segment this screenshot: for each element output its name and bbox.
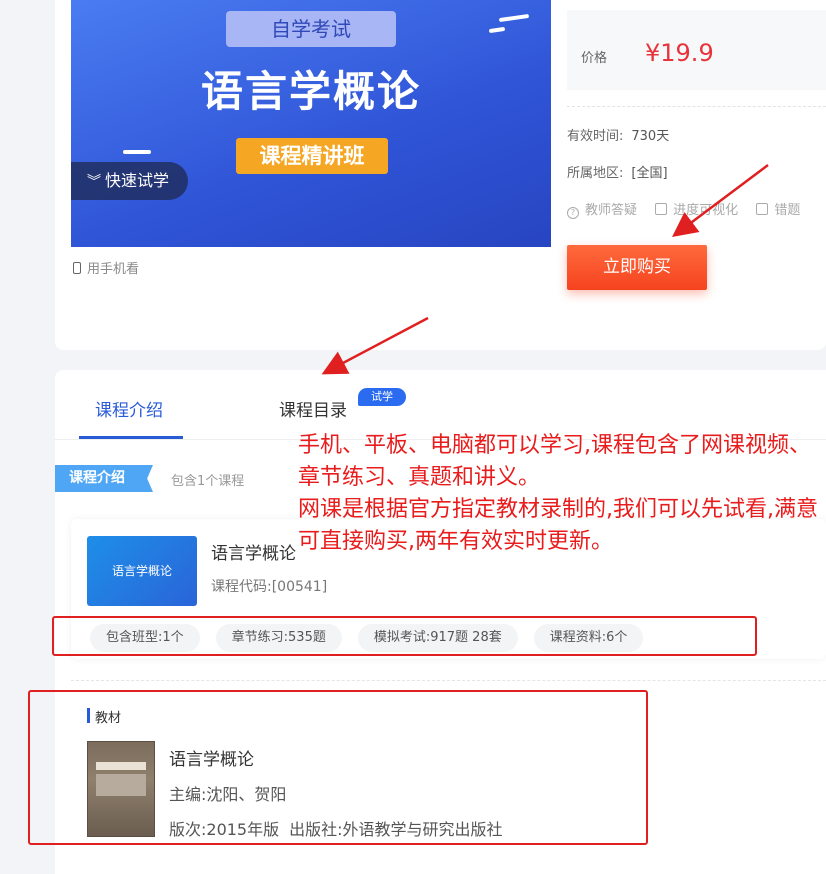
watch-on-mobile-label: 用手机看	[87, 262, 140, 277]
watch-on-mobile-link[interactable]: 用手机看	[73, 258, 139, 277]
quick-trial-button[interactable]: ︾ 快速试学	[71, 162, 188, 200]
section-note: 包含1个课程	[171, 474, 245, 489]
feature-item: 进度可视化	[655, 199, 738, 218]
decor-dash	[488, 26, 506, 34]
tab-course-catalog[interactable]: 课程目录	[279, 396, 347, 421]
price-value: ¥19.9	[645, 39, 714, 67]
decor-dash	[123, 150, 151, 154]
section-tag: 课程介绍	[55, 465, 153, 492]
feature-item: 错题	[756, 199, 800, 218]
region-row: 所属地区: [全国]	[567, 162, 668, 181]
decor-dash	[498, 13, 530, 23]
banner-tag: 自学考试	[226, 11, 396, 47]
notebook-icon	[756, 203, 769, 215]
price-box: 价格 ¥19.9	[567, 10, 826, 90]
active-tab-indicator	[79, 436, 183, 439]
highlight-box	[28, 690, 648, 845]
banner-subtitle: 课程精讲班	[236, 138, 388, 174]
region-value: [全国]	[631, 166, 668, 181]
course-title[interactable]: 语言学概论	[211, 539, 296, 564]
validity-label: 有效时间:	[567, 129, 624, 144]
validity-row: 有效时间: 730天	[567, 125, 669, 144]
annotation-text: 手机、平板、电脑都可以学习,课程包含了网课视频、章节练习、真题和讲义。 网课是根…	[298, 430, 824, 558]
price-label: 价格	[581, 51, 608, 66]
validity-value: 730天	[631, 129, 670, 144]
trial-badge: 试学	[358, 388, 406, 406]
feature-item: ? 教师答疑	[567, 199, 637, 219]
divider	[567, 106, 826, 107]
banner-title: 语言学概论	[200, 67, 421, 116]
annotation-line: 网课是根据官方指定教材录制的,我们可以先试看,满意可直接购买,两年有效实时更新。	[298, 497, 818, 554]
buy-now-button[interactable]: 立即购买	[567, 245, 707, 290]
highlight-box	[52, 616, 757, 656]
quick-trial-label: 快速试学	[105, 171, 170, 190]
phone-icon	[73, 262, 81, 274]
chart-icon	[655, 203, 668, 215]
divider	[71, 680, 826, 681]
tab-course-intro[interactable]: 课程介绍	[95, 396, 163, 421]
annotation-line: 手机、平板、电脑都可以学习,课程包含了网课视频、章节练习、真题和讲义。	[298, 433, 811, 490]
course-code: 课程代码:[00541]	[211, 579, 328, 595]
feature-list: ? 教师答疑 进度可视化 错题	[567, 199, 814, 219]
course-thumbnail[interactable]: 语言学概论	[87, 536, 197, 606]
question-icon: ?	[567, 207, 579, 219]
region-label: 所属地区:	[567, 166, 624, 181]
course-banner[interactable]: 自学考试 语言学概论 课程精讲班 ︾ 快速试学	[71, 0, 551, 247]
double-chevron-down-icon: ︾	[87, 174, 101, 190]
